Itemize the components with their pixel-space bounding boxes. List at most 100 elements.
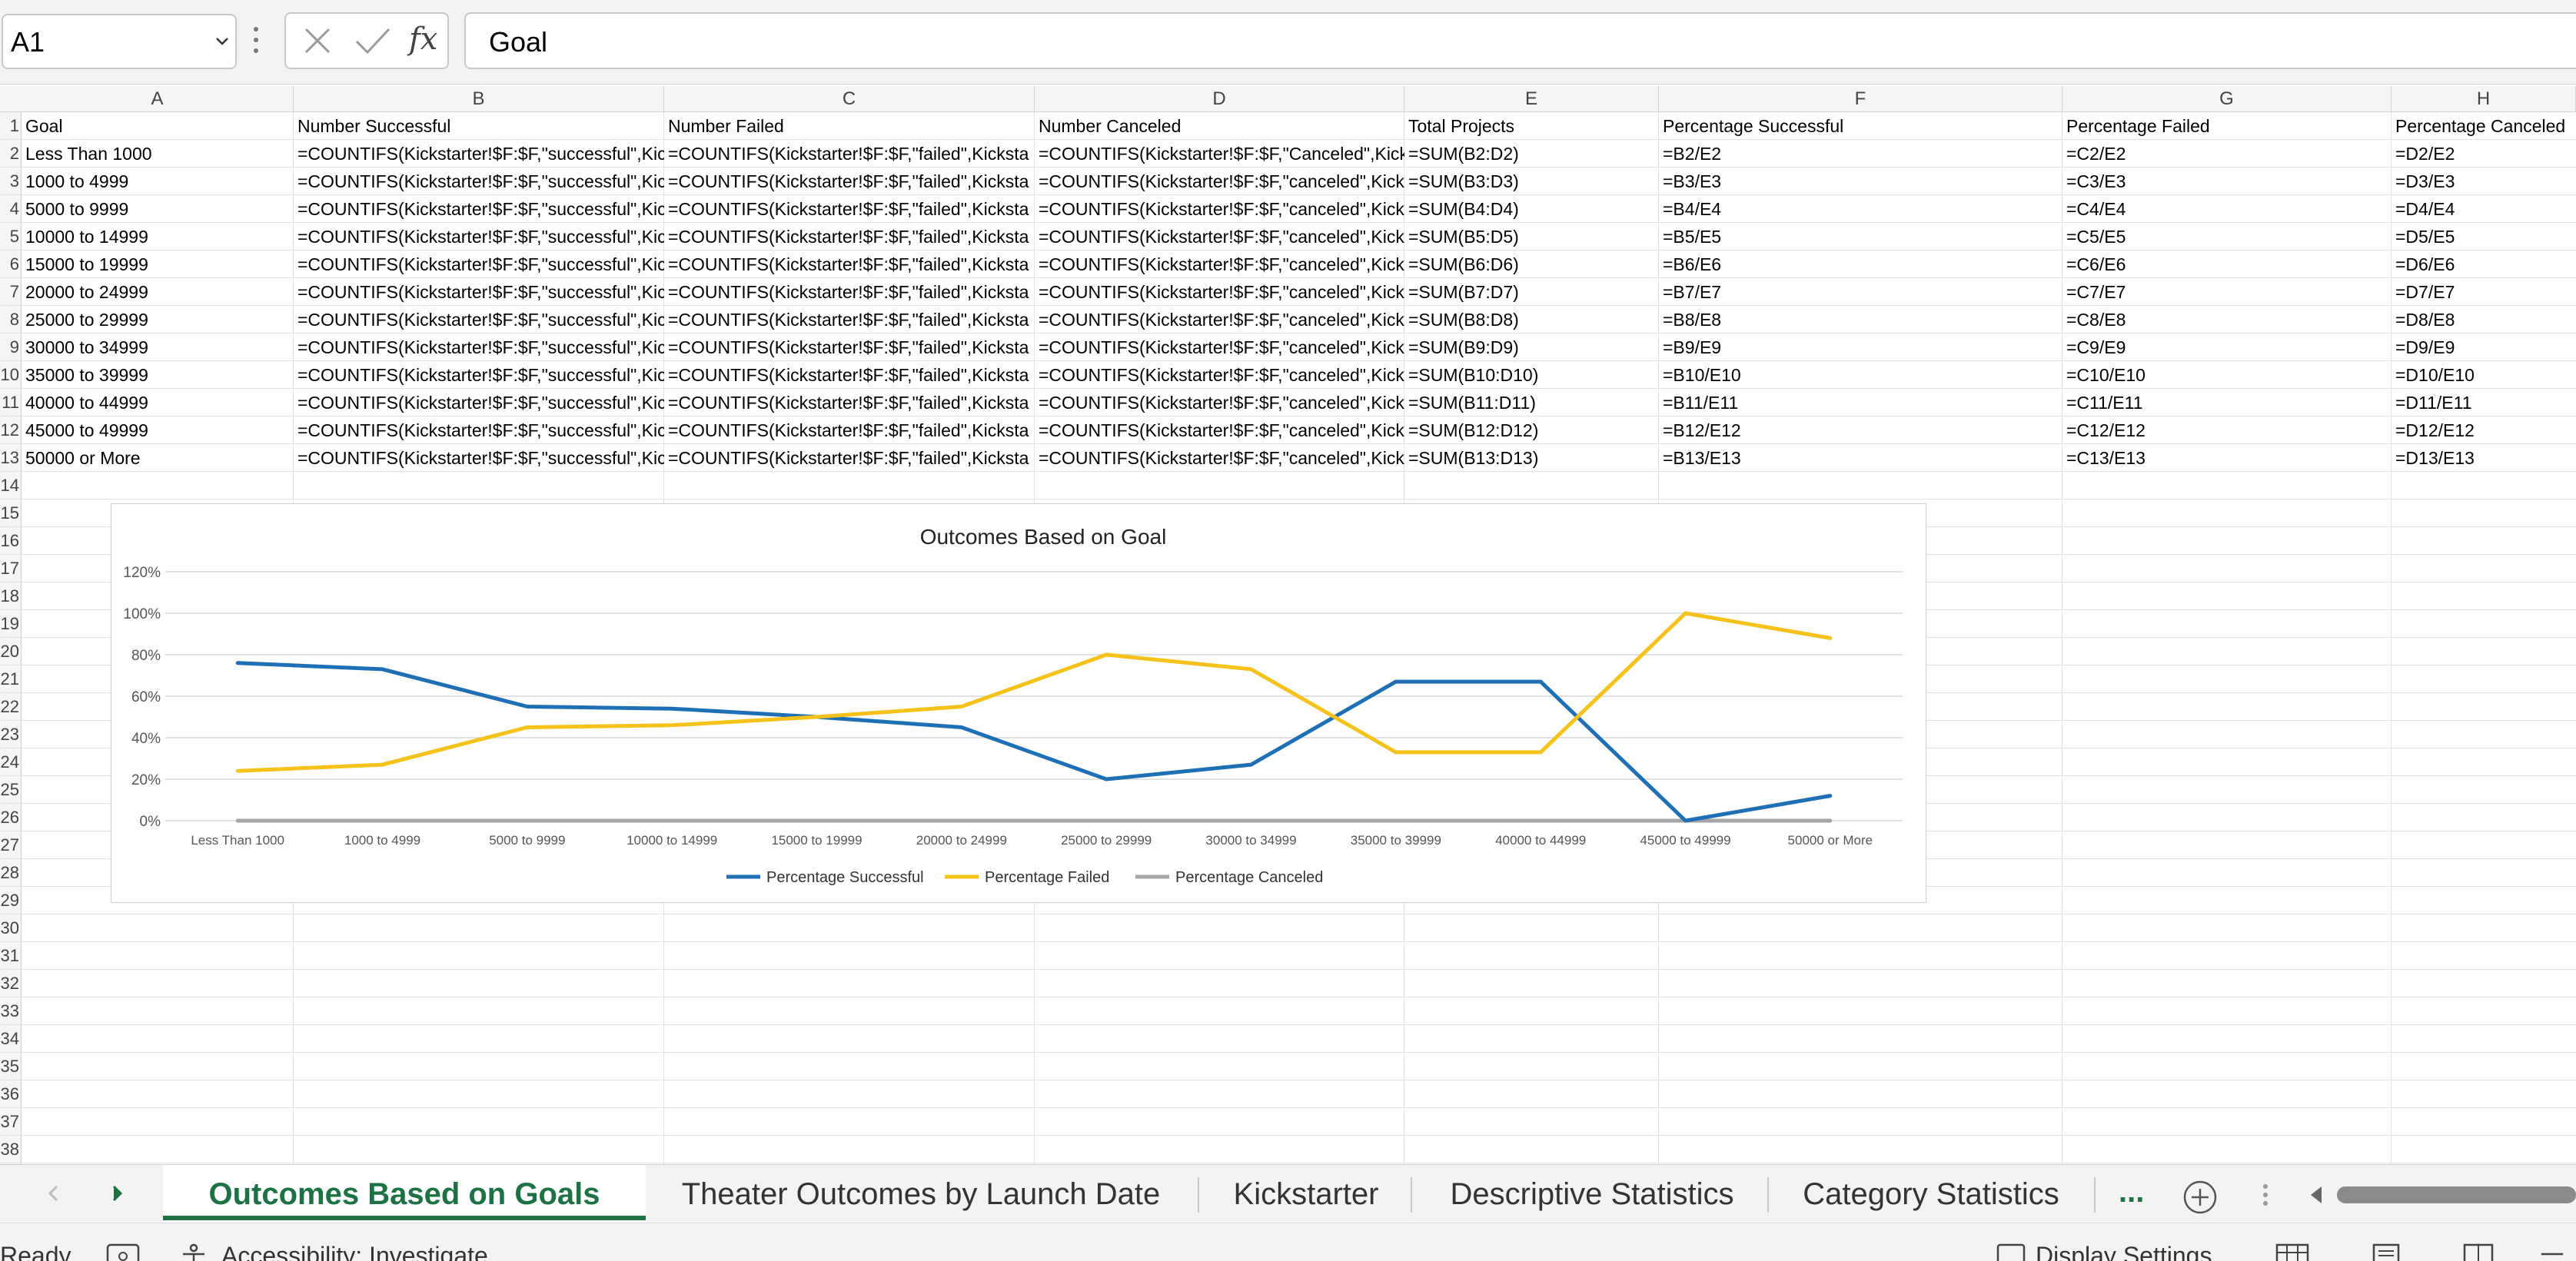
cell-c5[interactable]: =COUNTIFS(Kickstarter!$F:$F,"failed",Kic…	[664, 223, 1035, 251]
column-header-d[interactable]: D	[1035, 86, 1404, 112]
cell-g3[interactable]: =C3/E3	[2062, 168, 2392, 195]
cell-g4[interactable]: =C4/E4	[2062, 195, 2392, 223]
cell-c12[interactable]: =COUNTIFS(Kickstarter!$F:$F,"failed",Kic…	[664, 416, 1035, 444]
cell-h2[interactable]: =D2/E2	[2392, 140, 2576, 168]
row-header[interactable]: 28	[0, 859, 22, 887]
horizontal-scrollbar-thumb[interactable]	[2337, 1186, 2576, 1203]
row-header[interactable]: 2	[0, 140, 22, 168]
name-box[interactable]: A1	[2, 14, 237, 69]
cell-c10[interactable]: =COUNTIFS(Kickstarter!$F:$F,"failed",Kic…	[664, 361, 1035, 389]
cell-e9[interactable]: =SUM(B9:D9)	[1404, 334, 1659, 361]
row-header[interactable]: 5	[0, 223, 22, 251]
cell-b2[interactable]: =COUNTIFS(Kickstarter!$F:$F,"successful"…	[294, 140, 664, 168]
column-header-f[interactable]: F	[1659, 86, 2062, 112]
column-header-h[interactable]: H	[2392, 86, 2576, 112]
zoom-out-icon[interactable]	[2537, 1242, 2568, 1261]
confirm-check-icon[interactable]	[352, 22, 394, 60]
cell-a1[interactable]: Goal	[22, 112, 294, 140]
cell-a2[interactable]: Less Than 1000	[22, 140, 294, 168]
cell-f7[interactable]: =B7/E7	[1659, 278, 2062, 306]
cell-g8[interactable]: =C8/E8	[2062, 306, 2392, 334]
cell-f13[interactable]: =B13/E13	[1659, 444, 2062, 472]
row-header[interactable]: 20	[0, 638, 22, 665]
row-header[interactable]: 12	[0, 416, 22, 444]
macro-recording-icon[interactable]	[106, 1242, 141, 1261]
page-break-view-icon[interactable]	[2461, 1242, 2495, 1261]
column-header-e[interactable]: E	[1404, 86, 1659, 112]
row-header[interactable]: 11	[0, 389, 22, 416]
cell-b8[interactable]: =COUNTIFS(Kickstarter!$F:$F,"successful"…	[294, 306, 664, 334]
cell-c11[interactable]: =COUNTIFS(Kickstarter!$F:$F,"failed",Kic…	[664, 389, 1035, 416]
cell-h6[interactable]: =D6/E6	[2392, 251, 2576, 278]
row-header[interactable]: 18	[0, 582, 22, 610]
row-header[interactable]: 31	[0, 942, 22, 970]
tab-outcomes-based-on-goals[interactable]: Outcomes Based on Goals	[163, 1165, 646, 1223]
cell-h13[interactable]: =D13/E13	[2392, 444, 2576, 472]
cell-a13[interactable]: 50000 or More	[22, 444, 294, 472]
cell-h10[interactable]: =D10/E10	[2392, 361, 2576, 389]
cell-b9[interactable]: =COUNTIFS(Kickstarter!$F:$F,"successful"…	[294, 334, 664, 361]
row-header[interactable]: 14	[0, 472, 22, 499]
row-header[interactable]: 10	[0, 361, 22, 389]
cell-f1[interactable]: Percentage Successful	[1659, 112, 2062, 140]
vertical-dots-icon[interactable]	[252, 23, 260, 57]
row-header[interactable]: 7	[0, 278, 22, 306]
cell-d9[interactable]: =COUNTIFS(Kickstarter!$F:$F,"canceled",K…	[1035, 334, 1404, 361]
cell-c13[interactable]: =COUNTIFS(Kickstarter!$F:$F,"failed",Kic…	[664, 444, 1035, 472]
cell-a3[interactable]: 1000 to 4999	[22, 168, 294, 195]
cell-b12[interactable]: =COUNTIFS(Kickstarter!$F:$F,"successful"…	[294, 416, 664, 444]
cell-b1[interactable]: Number Successful	[294, 112, 664, 140]
cell-d6[interactable]: =COUNTIFS(Kickstarter!$F:$F,"canceled",K…	[1035, 251, 1404, 278]
cell-d2[interactable]: =COUNTIFS(Kickstarter!$F:$F,"Canceled",K…	[1035, 140, 1404, 168]
column-header-b[interactable]: B	[294, 86, 664, 112]
row-header[interactable]: 37	[0, 1108, 22, 1136]
row-header[interactable]: 13	[0, 444, 22, 472]
cell-b13[interactable]: =COUNTIFS(Kickstarter!$F:$F,"successful"…	[294, 444, 664, 472]
cell-c7[interactable]: =COUNTIFS(Kickstarter!$F:$F,"failed",Kic…	[664, 278, 1035, 306]
cell-d3[interactable]: =COUNTIFS(Kickstarter!$F:$F,"canceled",K…	[1035, 168, 1404, 195]
cell-d7[interactable]: =COUNTIFS(Kickstarter!$F:$F,"canceled",K…	[1035, 278, 1404, 306]
cell-e10[interactable]: =SUM(B10:D10)	[1404, 361, 1659, 389]
cell-c4[interactable]: =COUNTIFS(Kickstarter!$F:$F,"failed",Kic…	[664, 195, 1035, 223]
accessibility-icon[interactable]	[178, 1242, 209, 1261]
cell-b4[interactable]: =COUNTIFS(Kickstarter!$F:$F,"successful"…	[294, 195, 664, 223]
cell-c9[interactable]: =COUNTIFS(Kickstarter!$F:$F,"failed",Kic…	[664, 334, 1035, 361]
display-settings-button[interactable]: Display Settings	[2036, 1242, 2212, 1261]
cell-a4[interactable]: 5000 to 9999	[22, 195, 294, 223]
cell-b6[interactable]: =COUNTIFS(Kickstarter!$F:$F,"successful"…	[294, 251, 664, 278]
row-header[interactable]: 4	[0, 195, 22, 223]
cell-c3[interactable]: =COUNTIFS(Kickstarter!$F:$F,"failed",Kic…	[664, 168, 1035, 195]
cell-f9[interactable]: =B9/E9	[1659, 334, 2062, 361]
cell-b5[interactable]: =COUNTIFS(Kickstarter!$F:$F,"successful"…	[294, 223, 664, 251]
cell-b10[interactable]: =COUNTIFS(Kickstarter!$F:$F,"successful"…	[294, 361, 664, 389]
cell-a9[interactable]: 30000 to 34999	[22, 334, 294, 361]
cell-a7[interactable]: 20000 to 24999	[22, 278, 294, 306]
chevron-left-icon[interactable]	[45, 1182, 63, 1205]
chevron-down-icon[interactable]	[214, 32, 231, 49]
row-header[interactable]: 26	[0, 804, 22, 831]
cell-g12[interactable]: =C12/E12	[2062, 416, 2392, 444]
page-layout-view-icon[interactable]	[2369, 1242, 2403, 1261]
row-header[interactable]: 29	[0, 887, 22, 914]
cell-d5[interactable]: =COUNTIFS(Kickstarter!$F:$F,"canceled",K…	[1035, 223, 1404, 251]
cell-h8[interactable]: =D8/E8	[2392, 306, 2576, 334]
row-header[interactable]: 17	[0, 555, 22, 582]
cell-d10[interactable]: =COUNTIFS(Kickstarter!$F:$F,"canceled",K…	[1035, 361, 1404, 389]
cell-a6[interactable]: 15000 to 19999	[22, 251, 294, 278]
vertical-dots-icon[interactable]	[2262, 1183, 2269, 1206]
cell-a12[interactable]: 45000 to 49999	[22, 416, 294, 444]
row-header[interactable]: 33	[0, 997, 22, 1025]
column-header-g[interactable]: G	[2062, 86, 2392, 112]
cell-h11[interactable]: =D11/E11	[2392, 389, 2576, 416]
cell-g1[interactable]: Percentage Failed	[2062, 112, 2392, 140]
cell-h12[interactable]: =D12/E12	[2392, 416, 2576, 444]
cell-b11[interactable]: =COUNTIFS(Kickstarter!$F:$F,"successful"…	[294, 389, 664, 416]
row-header[interactable]: 15	[0, 499, 22, 527]
cell-c1[interactable]: Number Failed	[664, 112, 1035, 140]
cell-c6[interactable]: =COUNTIFS(Kickstarter!$F:$F,"failed",Kic…	[664, 251, 1035, 278]
row-header[interactable]: 30	[0, 914, 22, 942]
cell-f11[interactable]: =B11/E11	[1659, 389, 2062, 416]
cell-f10[interactable]: =B10/E10	[1659, 361, 2062, 389]
chevron-right-icon[interactable]	[108, 1182, 126, 1205]
cell-e2[interactable]: =SUM(B2:D2)	[1404, 140, 1659, 168]
